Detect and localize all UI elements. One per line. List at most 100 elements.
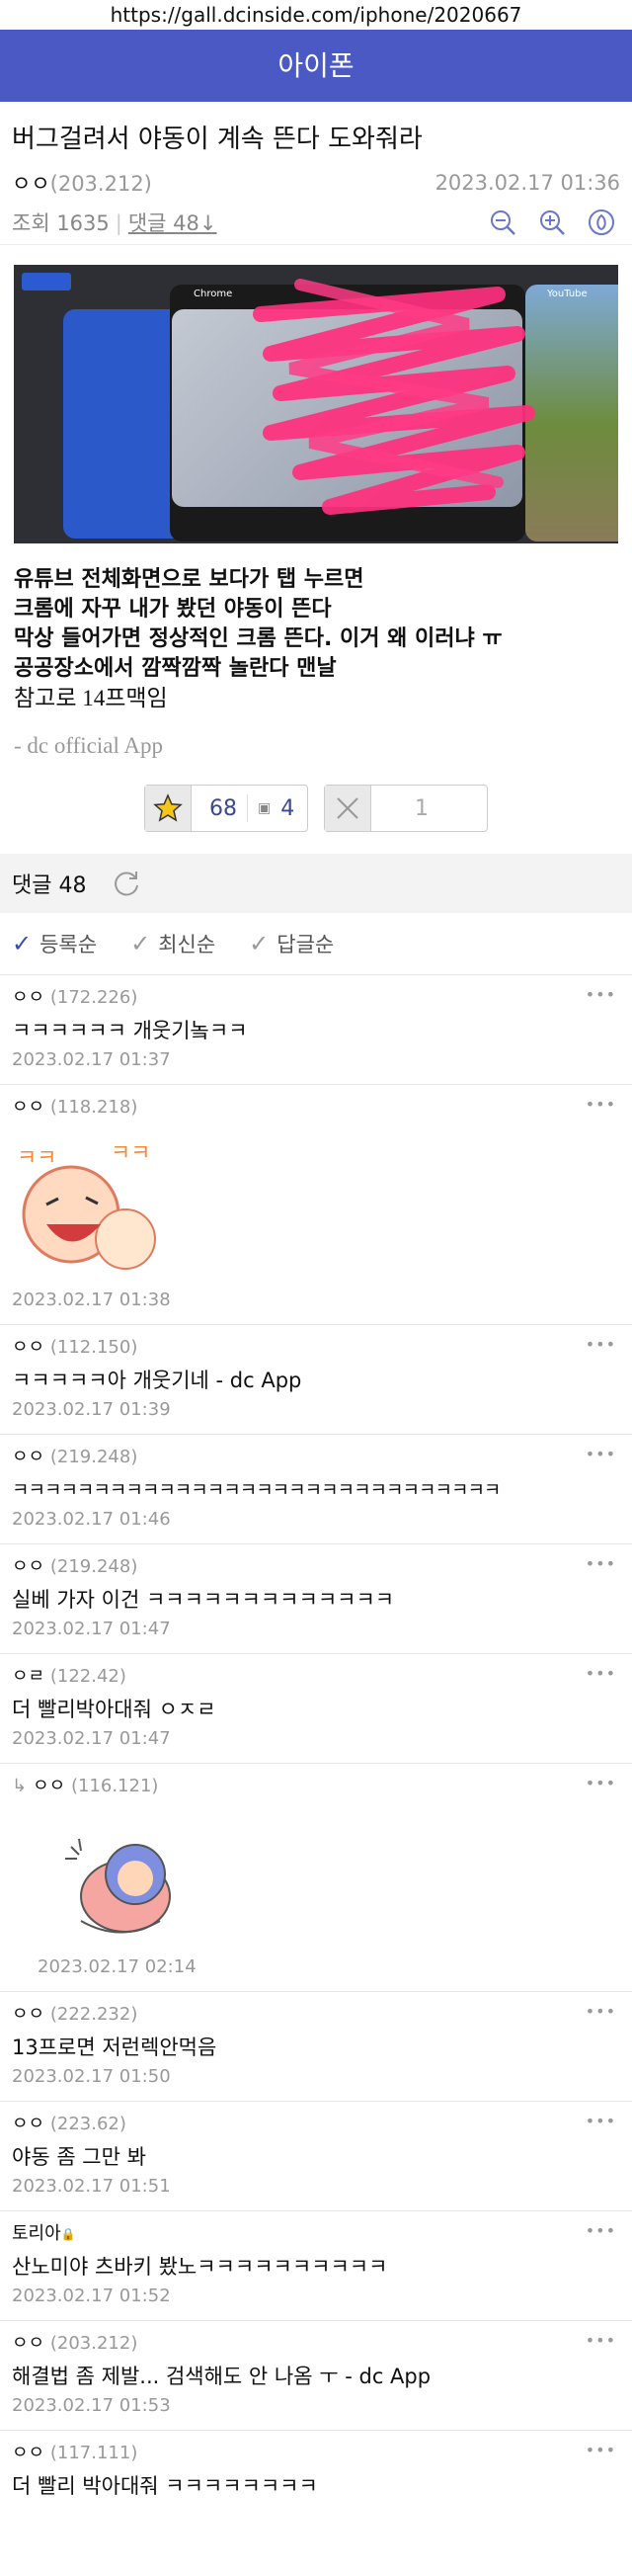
comment-ip: (117.111) — [49, 2443, 138, 2463]
more-icon[interactable]: ••• — [586, 2221, 616, 2240]
comment-item: ㅇㅇ (118.218) ••• ㅋㅋ ㅋㅋ 2023.02.17 01:38 — [0, 1085, 632, 1325]
comment-item: ㅇㅇ (172.226) ••• ㅋㅋㅋㅋㅋㅋ 개웃기놐ㅋㅋ 2023.02.1… — [0, 975, 632, 1085]
comment-nick[interactable]: ㅇㅇ — [12, 1337, 44, 1358]
comment-item: ㅇㄹ (122.42) ••• 더 빨리박아대줘 ㅇㅈㄹ 2023.02.17 … — [0, 1654, 632, 1764]
more-icon[interactable]: ••• — [586, 1335, 616, 1354]
comment-nick[interactable]: ㅇㅇ — [12, 987, 44, 1008]
comment-item: ㅇㅇ (117.111) ••• 더 빨리 박아대줘 ㅋㅋㅋㅋㅋㅋㅋㅋ — [0, 2431, 632, 2512]
downvote-count: 1 — [415, 795, 429, 821]
post-meta: ㅇㅇ(203.212) 2023.02.17 01:36 — [0, 165, 632, 201]
more-icon[interactable]: ••• — [586, 2002, 616, 2021]
downvote-button[interactable]: 1 — [324, 785, 488, 832]
comment-ip: (112.150) — [49, 1337, 138, 1358]
comment-date: 2023.02.17 01:39 — [12, 1399, 171, 1420]
more-icon[interactable]: ••• — [586, 1774, 616, 1792]
more-icon[interactable]: ••• — [586, 2441, 616, 2459]
more-icon[interactable]: ••• — [586, 1445, 616, 1463]
comment-date: 2023.02.17 01:38 — [12, 1289, 171, 1310]
comment-text: 야동 좀 그만 봐 — [12, 2145, 146, 2169]
refresh-icon[interactable] — [112, 869, 141, 898]
zoom-in-icon[interactable] — [537, 208, 567, 237]
comment-nick[interactable]: 토리아 — [12, 2223, 61, 2244]
comment-item: ㅇㅇ (219.248) ••• 실베 가자 이건 ㅋㅋㅋㅋㅋㅋㅋㅋㅋㅋㅋㅋㅋ … — [0, 1544, 632, 1654]
comment-date: 2023.02.17 01:46 — [12, 1509, 171, 1530]
comment-date: 2023.02.17 02:14 — [38, 1956, 197, 1977]
comment-item: 토리아🔒 ••• 산노미야 츠바키 봤노ㅋㅋㅋㅋㅋㅋㅋㅋㅋㅋ 2023.02.1… — [0, 2211, 632, 2321]
comment-date: 2023.02.17 01:53 — [12, 2395, 171, 2416]
gallery-title: 아이폰 — [277, 49, 355, 82]
comment-nick[interactable]: ㅇㅇ — [12, 2443, 44, 2463]
comment-text: 더 빨리 박아대줘 ㅋㅋㅋㅋㅋㅋㅋㅋ — [12, 2474, 318, 2498]
comment-date: 2023.02.17 01:47 — [12, 1728, 171, 1749]
comment-nick[interactable]: ㅇㅇ — [12, 2114, 44, 2134]
x-icon — [325, 786, 371, 831]
comment-ip: (219.248) — [49, 1447, 138, 1467]
upvote-button[interactable]: 68 ▣ 4 — [144, 785, 308, 832]
post-screenshot-image[interactable]: Chrome YouTube — [14, 265, 618, 543]
arrow-down-icon[interactable]: ↓ — [199, 211, 217, 235]
check-icon: ✓ — [12, 930, 33, 957]
post-footer-signature: - dc official App — [14, 733, 163, 758]
vote-divider — [247, 794, 248, 822]
comment-nick[interactable]: ㅇㄹ — [12, 1666, 44, 1687]
view-count: 조회 1635 — [12, 211, 110, 235]
post-author[interactable]: ㅇㅇ(203.212) — [12, 168, 152, 198]
more-icon[interactable]: ••• — [586, 985, 616, 1004]
comment-date: 2023.02.17 01:50 — [12, 2066, 171, 2087]
comment-nick[interactable]: ㅇㅇ — [12, 1556, 44, 1577]
more-icon[interactable]: ••• — [586, 1095, 616, 1114]
browser-url-bar[interactable]: https://gall.dcinside.com/iphone/2020667 — [0, 0, 632, 30]
more-icon[interactable]: ••• — [586, 1664, 616, 1683]
youtube-label: YouTube — [547, 289, 588, 299]
post-date: 2023.02.17 01:36 — [434, 171, 620, 195]
star-icon — [145, 786, 192, 831]
stats-divider: | — [115, 211, 122, 235]
comment-text: 13프로면 저런렉안먹음 — [12, 2036, 217, 2059]
fixed-nick-badge-icon: 🔒 — [60, 2227, 76, 2241]
comment-nick[interactable]: ㅇㅇ — [12, 2004, 44, 2025]
comment-nick[interactable]: ㅇㅇ — [33, 1776, 65, 1796]
comment-text: 실베 가자 이건 ㅋㅋㅋㅋㅋㅋㅋㅋㅋㅋㅋㅋㅋ — [12, 1588, 395, 1612]
comment-nick[interactable]: ㅇㅇ — [12, 2333, 44, 2354]
more-icon[interactable]: ••• — [586, 2112, 616, 2130]
comment-ip: (122.42) — [49, 1666, 126, 1687]
fixed-upvote-count: 4 — [280, 795, 295, 821]
body-line: 크롬에 자꾸 내가 봤던 야동이 뜬다 — [14, 597, 332, 622]
comments-count-label: 댓글 48 — [12, 873, 87, 898]
comment-count-link[interactable]: 댓글 48 — [128, 211, 199, 235]
comment-ip: (118.218) — [49, 1097, 138, 1118]
body-line: 막상 들어가면 정상적인 크롬 뜬다. 이거 왜 이러냐 ㅠ — [14, 626, 503, 651]
comment-item: ㅇㅇ (223.62) ••• 야동 좀 그만 봐 2023.02.17 01:… — [0, 2102, 632, 2211]
fixed-nick-icon: ▣ — [258, 800, 272, 816]
comment-text: 산노미야 츠바키 봤노ㅋㅋㅋㅋㅋㅋㅋㅋㅋㅋ — [12, 2255, 388, 2279]
comment-nick[interactable]: ㅇㅇ — [12, 1447, 44, 1467]
reply-arrow-icon: ↳ — [12, 1776, 28, 1796]
comment-date: 2023.02.17 01:52 — [12, 2285, 171, 2306]
dccon-laughing-sticker[interactable]: ㅋㅋ ㅋㅋ — [12, 1130, 160, 1279]
check-icon: ✓ — [130, 930, 151, 957]
comment-sort-tabs: ✓ 등록순 ✓ 최신순 ✓ 답글순 — [0, 913, 632, 975]
comment-ip: (203.212) — [49, 2333, 138, 2354]
sort-by-registered[interactable]: ✓ 등록순 — [12, 929, 97, 958]
zoom-out-icon[interactable] — [488, 208, 517, 237]
dccon-character-sticker[interactable] — [61, 1827, 190, 1946]
chrome-label: Chrome — [194, 289, 233, 299]
app-logo-badge — [22, 273, 71, 291]
comment-nick[interactable]: ㅇㅇ — [12, 1097, 44, 1118]
more-icon[interactable]: ••• — [586, 1554, 616, 1573]
comment-text: 해결법 좀 제발... 검색해도 안 나옴 ㅜ - dc App — [12, 2365, 432, 2388]
comment-ip: (223.62) — [49, 2114, 126, 2134]
post-stats: 조회 1635 | 댓글 48↓ — [0, 201, 632, 245]
comment-reply-item: ↳ ㅇㅇ (116.121) ••• 2023.02.17 02:14 — [0, 1764, 632, 1992]
sort-by-latest[interactable]: ✓ 최신순 — [130, 929, 215, 958]
comment-text: ㅋㅋㅋㅋㅋ아 개웃기네 - dc App — [12, 1369, 302, 1392]
comment-text: ㅋㅋㅋㅋㅋㅋㅋㅋㅋㅋㅋㅋㅋㅋㅋㅋㅋㅋㅋㅋㅋㅋㅋㅋㅋㅋㅋㅋㅋㅋ — [12, 1479, 501, 1501]
comment-text: ㅋㅋㅋㅋㅋㅋ 개웃기놐ㅋㅋ — [12, 1019, 248, 1042]
sort-by-replies[interactable]: ✓ 답글순 — [249, 929, 334, 958]
censor-scribble — [253, 279, 535, 515]
gallery-header[interactable]: 아이폰 — [0, 30, 632, 102]
svg-text:ㅋㅋ: ㅋㅋ — [111, 1141, 150, 1166]
share-icon[interactable] — [587, 208, 616, 237]
more-icon[interactable]: ••• — [586, 2331, 616, 2350]
check-icon: ✓ — [249, 930, 270, 957]
